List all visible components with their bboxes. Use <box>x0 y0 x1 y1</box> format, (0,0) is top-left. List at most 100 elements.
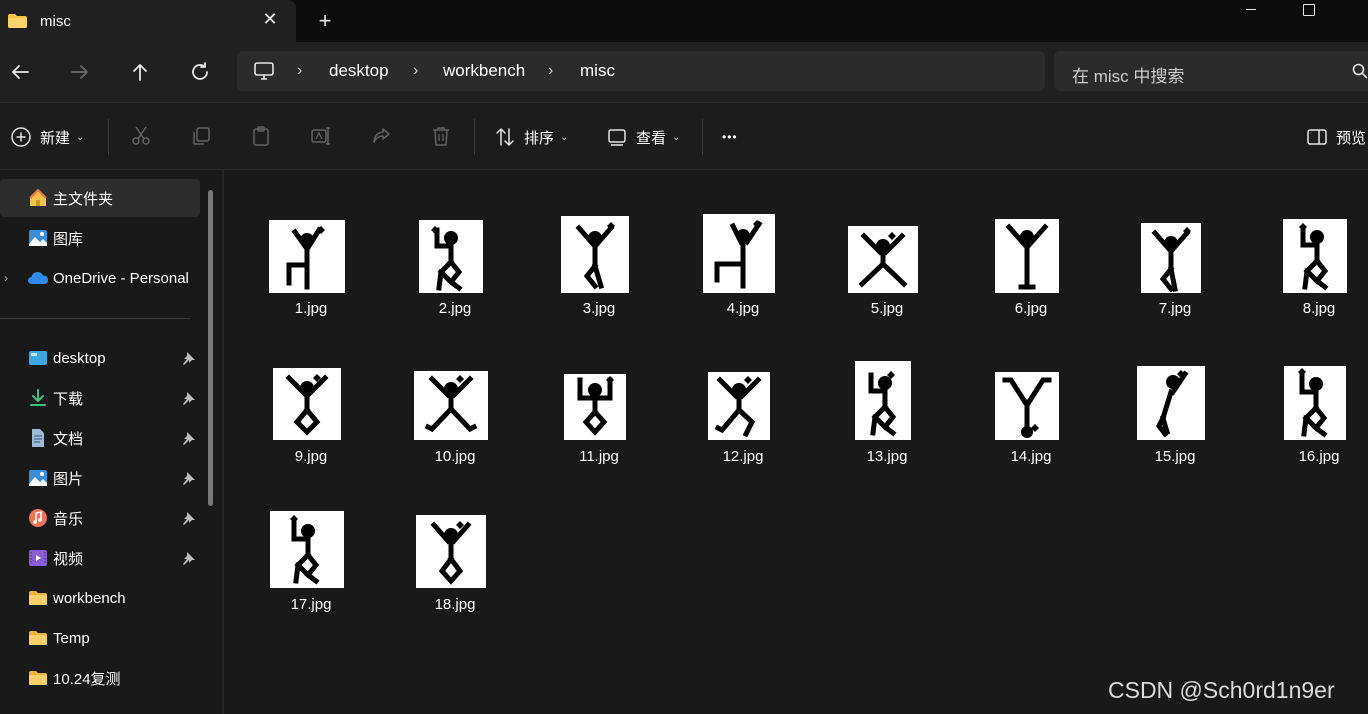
search-input[interactable]: 在 misc 中搜索 <box>1072 62 1184 87</box>
pin-icon[interactable] <box>182 551 196 565</box>
sidebar-scrollbar[interactable] <box>208 190 213 506</box>
file-thumbnail <box>561 216 629 293</box>
pin-icon[interactable] <box>182 471 196 485</box>
this-pc-icon[interactable] <box>253 61 275 81</box>
chevron-down-icon: ⌄ <box>672 131 681 143</box>
file-item[interactable]: 2.jpg <box>400 216 510 346</box>
rename-icon[interactable] <box>310 125 332 147</box>
file-item[interactable]: 12.jpg <box>688 364 798 494</box>
view-icon <box>608 129 626 146</box>
dancing-man-figure <box>858 232 908 288</box>
sidebar-item-1024[interactable]: 10.24复测 <box>0 659 200 697</box>
pin-icon[interactable] <box>182 351 196 365</box>
sidebar-item-label: 音乐 <box>53 510 84 528</box>
chevron-right-icon[interactable]: › <box>413 62 418 80</box>
minimize-button[interactable] <box>1228 0 1274 22</box>
copy-icon[interactable] <box>190 125 212 147</box>
sidebar-item-label: 视频 <box>53 550 84 568</box>
file-item[interactable]: 14.jpg <box>976 364 1086 494</box>
dancing-man-figure <box>1299 223 1329 291</box>
file-item[interactable]: 17.jpg <box>256 511 366 642</box>
file-item[interactable]: 5.jpg <box>832 216 942 346</box>
file-item[interactable]: 4.jpg <box>688 214 798 346</box>
new-button[interactable]: 新建 ⌄ <box>10 125 84 149</box>
more-options-button[interactable]: ••• <box>722 125 738 149</box>
view-button[interactable]: 查看 ⌄ <box>606 125 680 149</box>
file-item[interactable]: 7.jpg <box>1120 216 1230 346</box>
sort-button-label: 排序 <box>524 129 555 147</box>
title-bar: misc ✕ + <box>0 0 1368 42</box>
file-name: 18.jpg <box>434 596 476 613</box>
back-arrow-icon[interactable] <box>8 60 32 84</box>
maximize-button[interactable] <box>1287 0 1333 22</box>
home-icon <box>29 188 47 206</box>
dancing-man-figure <box>1002 377 1052 438</box>
file-thumbnail <box>416 515 486 588</box>
up-arrow-icon[interactable] <box>128 60 152 84</box>
cut-icon[interactable] <box>130 125 152 147</box>
chevron-right-icon[interactable]: › <box>4 271 8 285</box>
new-tab-button[interactable]: + <box>315 10 335 32</box>
divider <box>474 119 475 155</box>
sidebar-item-workbench[interactable]: workbench <box>0 579 200 617</box>
dancing-man-figure <box>868 371 897 437</box>
close-tab-icon[interactable]: ✕ <box>262 10 278 28</box>
dancing-man-figure <box>430 521 472 585</box>
sidebar-item-videos[interactable]: 视频 <box>0 539 200 577</box>
sidebar-item-desktop[interactable]: desktop <box>0 339 200 377</box>
preview-button[interactable]: 预览 <box>1306 125 1366 149</box>
file-item[interactable]: 15.jpg <box>1120 364 1230 494</box>
preview-button-label: 预览 <box>1336 129 1367 147</box>
sidebar-item-label: 图库 <box>53 230 84 248</box>
forward-arrow-icon[interactable] <box>68 60 92 84</box>
file-name: 17.jpg <box>290 596 332 613</box>
file-item[interactable]: 1.jpg <box>256 216 366 346</box>
file-item[interactable]: 13.jpg <box>832 361 942 494</box>
folder-icon <box>29 631 47 645</box>
breadcrumb-workbench[interactable]: workbench <box>443 61 525 81</box>
chevron-right-icon[interactable]: › <box>548 62 553 80</box>
search-box[interactable]: 在 misc 中搜索 <box>1054 51 1368 91</box>
sidebar-item-downloads[interactable]: 下载 <box>0 379 200 417</box>
pin-icon[interactable] <box>182 391 196 405</box>
file-thumbnail <box>270 511 344 588</box>
sort-button[interactable]: 排序 ⌄ <box>494 125 568 149</box>
file-item[interactable]: 16.jpg <box>1264 364 1368 494</box>
share-icon[interactable] <box>370 125 392 147</box>
tab-title: misc <box>40 13 71 30</box>
address-bar[interactable]: › desktop › workbench › misc <box>237 51 1045 91</box>
refresh-icon[interactable] <box>188 60 212 84</box>
sidebar-item-documents[interactable]: 文档 <box>0 419 200 457</box>
file-item[interactable]: 6.jpg <box>976 216 1086 346</box>
dancing-man-figure <box>714 220 763 289</box>
navigation-bar: › desktop › workbench › misc 在 misc 中搜索 <box>0 42 1368 102</box>
file-item[interactable]: 10.jpg <box>400 364 510 494</box>
search-icon[interactable] <box>1352 63 1368 79</box>
pin-icon[interactable] <box>182 511 196 525</box>
paste-icon[interactable] <box>250 125 272 147</box>
tab-misc[interactable]: misc ✕ <box>0 0 296 42</box>
sidebar-item-temp[interactable]: Temp <box>0 619 200 657</box>
sidebar-item-home[interactable]: 主文件夹 <box>0 179 200 217</box>
file-thumbnail <box>1137 366 1205 440</box>
chevron-right-icon[interactable]: › <box>297 62 302 80</box>
delete-icon[interactable] <box>430 125 452 147</box>
sidebar-item-gallery[interactable]: 图库 <box>0 219 200 257</box>
file-item[interactable]: 8.jpg <box>1264 216 1368 346</box>
pin-icon[interactable] <box>182 431 196 445</box>
dancing-man-figure <box>286 226 325 290</box>
file-item[interactable]: 9.jpg <box>256 364 366 494</box>
sidebar-item-music[interactable]: 音乐 <box>0 499 200 537</box>
file-item[interactable]: 3.jpg <box>544 216 654 346</box>
file-name: 5.jpg <box>870 300 904 317</box>
file-item[interactable]: 11.jpg <box>544 364 654 494</box>
breadcrumb-misc[interactable]: misc <box>580 61 615 81</box>
sidebar-item-onedrive[interactable]: › OneDrive - Personal <box>0 259 200 297</box>
breadcrumb-desktop[interactable]: desktop <box>329 61 389 81</box>
file-thumbnail <box>1141 223 1201 293</box>
file-name: 3.jpg <box>582 300 616 317</box>
folder-icon <box>29 671 47 685</box>
file-item[interactable]: 18.jpg <box>400 512 510 642</box>
sidebar-item-pictures[interactable]: 图片 <box>0 459 200 497</box>
file-name: 8.jpg <box>1302 300 1336 317</box>
